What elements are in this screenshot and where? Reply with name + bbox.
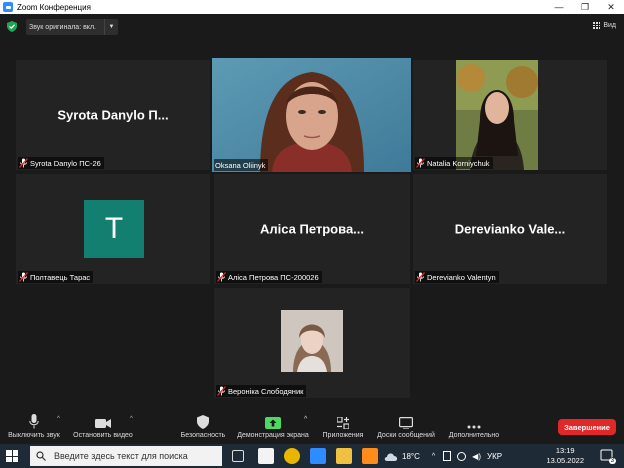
original-sound-label: Звук оригинала: вкл. <box>29 23 96 31</box>
end-meeting-button[interactable]: Завершение <box>558 419 616 435</box>
window-title: Zoom Конференция <box>17 2 91 12</box>
microphone-icon <box>29 414 39 429</box>
video-camera-icon <box>95 419 111 428</box>
zoom-app-icon <box>3 2 13 12</box>
taskbar-search-input[interactable]: Введите здесь текст для поиска <box>30 446 222 466</box>
view-label: Вид <box>603 22 616 29</box>
participant-tile[interactable]: Аліса Петрова... Аліса Петрова ПС-200026 <box>214 174 410 284</box>
share-screen-icon <box>265 417 281 429</box>
share-screen-label: Демонстрация экрана <box>237 432 309 439</box>
more-button[interactable]: Дополнительно <box>444 410 504 442</box>
weather-temp: 18°C <box>402 451 420 461</box>
grid-view-icon <box>593 22 601 29</box>
minimize-button[interactable]: — <box>546 0 572 14</box>
taskbar-clock[interactable]: 13:19 13.05.2022 <box>546 446 584 466</box>
notifications-icon[interactable]: 3 <box>600 449 616 464</box>
whiteboard-icon <box>399 417 413 429</box>
more-label: Дополнительно <box>448 432 500 439</box>
meeting-toolbar: Выключить звук ^ Остановить видео ^ Безо… <box>0 410 624 442</box>
whiteboards-label: Доски сообщений <box>377 432 435 439</box>
clock-date: 13.05.2022 <box>546 456 584 465</box>
zoom-taskbar-icon[interactable] <box>310 448 326 464</box>
view-button[interactable]: Вид <box>593 22 616 29</box>
system-tray: 18°C ^ ◀) УКР <box>384 444 502 468</box>
file-explorer-icon[interactable] <box>336 448 352 464</box>
mic-muted-icon <box>416 272 425 282</box>
chevron-up-icon[interactable]: ^ <box>304 416 307 426</box>
participant-tile[interactable]: Natalia Korniychuk <box>413 60 607 170</box>
share-screen-button[interactable]: Демонстрация экрана <box>236 410 310 442</box>
chrome-icon[interactable] <box>284 448 300 464</box>
windows-start-icon[interactable] <box>6 450 18 462</box>
mute-button[interactable]: Выключить звук ^ <box>4 410 64 442</box>
participant-profile-photo <box>281 310 343 372</box>
stop-video-label: Остановить видео <box>73 432 133 439</box>
security-button[interactable]: Безопасность <box>178 410 228 442</box>
windows-taskbar: Введите здесь текст для поиска 18°C ^ ◀)… <box>0 444 624 468</box>
apps-button[interactable]: Приложения <box>318 410 368 442</box>
network-icon[interactable] <box>457 451 467 461</box>
participant-name-label: Derevianko Valentyn <box>427 272 496 282</box>
meeting-top-bar: Звук оригинала: вкл. ▼ Вид <box>0 14 624 40</box>
chevron-up-icon[interactable]: ^ <box>130 416 133 422</box>
participant-name-label: Oksana Oliinyk <box>215 160 266 170</box>
participant-name-label: Syrota Danylo ПС-26 <box>30 158 101 168</box>
participant-name-label: Вероніка Слободяник <box>228 386 304 396</box>
language-indicator[interactable]: УКР <box>487 452 502 461</box>
chevron-up-icon[interactable]: ^ <box>432 453 435 460</box>
participant-display-name: Derevianko Vale... <box>454 221 566 237</box>
participant-video <box>212 58 411 172</box>
whiteboards-button[interactable]: Доски сообщений <box>372 410 440 442</box>
clock-time: 13:19 <box>555 446 575 455</box>
apps-label: Приложения <box>322 432 364 439</box>
title-bar: Zoom Конференция — ❐ ✕ <box>0 0 624 14</box>
battery-icon[interactable] <box>443 451 452 461</box>
mic-muted-icon <box>217 386 226 396</box>
participant-tile[interactable]: T Полтавець Тарас <box>16 174 210 284</box>
security-shield-icon <box>197 415 209 429</box>
apps-icon <box>337 417 349 429</box>
app-icon[interactable] <box>362 448 378 464</box>
encryption-shield-icon[interactable] <box>7 21 17 32</box>
participant-name-label: Полтавець Тарас <box>30 272 91 282</box>
participant-video <box>456 60 538 170</box>
mute-label: Выключить звук <box>8 432 60 439</box>
participant-tile[interactable]: Derevianko Vale... Derevianko Valentyn <box>413 174 607 284</box>
original-sound-toggle[interactable]: Звук оригинала: вкл. ▼ <box>26 19 118 35</box>
participant-display-name: Аліса Петрова... <box>259 221 365 237</box>
security-label: Безопасность <box>180 432 226 439</box>
search-icon <box>36 451 46 461</box>
participant-name-label: Аліса Петрова ПС-200026 <box>228 272 319 282</box>
volume-icon[interactable]: ◀) <box>472 452 481 461</box>
store-icon[interactable] <box>258 448 274 464</box>
stop-video-button[interactable]: Остановить видео ^ <box>70 410 136 442</box>
mic-muted-icon <box>416 158 425 168</box>
mic-muted-icon <box>19 158 28 168</box>
more-dots-icon <box>467 425 481 429</box>
participant-name-label: Natalia Korniychuk <box>427 158 490 168</box>
participant-tile[interactable]: Вероніка Слободяник <box>214 288 410 398</box>
mic-muted-icon <box>217 272 226 282</box>
chevron-up-icon[interactable]: ^ <box>57 416 60 422</box>
search-placeholder: Введите здесь текст для поиска <box>54 451 188 461</box>
participant-tile-active-speaker[interactable]: Oksana Oliinyk <box>212 58 411 172</box>
chevron-down-icon[interactable]: ▼ <box>104 19 118 35</box>
weather-cloud-icon <box>384 452 398 461</box>
notification-count: 3 <box>608 458 616 464</box>
close-button[interactable]: ✕ <box>598 0 624 14</box>
participant-display-name: Syrota Danylo П... <box>57 107 169 123</box>
participant-avatar: T <box>84 200 144 258</box>
maximize-button[interactable]: ❐ <box>572 0 598 14</box>
participant-tile[interactable]: Syrota Danylo П... Syrota Danylo ПС-26 <box>16 60 210 170</box>
task-view-icon[interactable] <box>232 450 244 462</box>
mic-muted-icon <box>19 272 28 282</box>
